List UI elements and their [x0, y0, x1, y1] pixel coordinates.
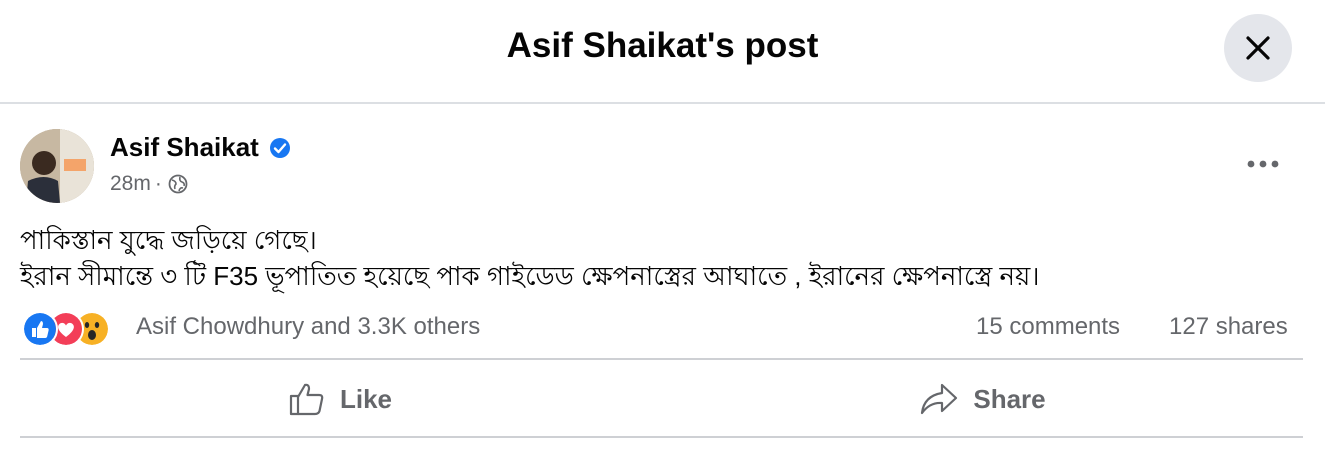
post-dialog-header: Asif Shaikat's post — [0, 0, 1325, 104]
share-button[interactable]: Share — [662, 368, 1303, 430]
thumbs-up-icon — [289, 383, 324, 416]
divider — [20, 436, 1303, 438]
author-name[interactable]: Asif Shaikat — [110, 132, 259, 163]
post-text-line: পাকিস্তান যুদ্ধে জড়িয়ে গেছে। — [20, 225, 317, 255]
like-reaction-icon — [22, 311, 58, 347]
reaction-summary[interactable]: Asif Chowdhury and 3.3K others — [136, 313, 480, 341]
avatar[interactable] — [20, 129, 94, 203]
post-text-line: ইরান সীমান্তে ৩ টি F35 ভূপাতিত হয়েছে পা… — [20, 261, 1040, 291]
post-body: পাকিস্তান যুদ্ধে জড়িয়ে গেছে। ইরান সীমা… — [20, 222, 1305, 294]
dialog-title: Asif Shaikat's post — [506, 26, 819, 65]
close-icon — [1246, 36, 1270, 60]
profile-photo — [20, 129, 94, 203]
like-button[interactable]: Like — [20, 368, 660, 430]
more-dots-icon — [1247, 160, 1279, 168]
author-row: Asif Shaikat — [110, 132, 291, 163]
share-arrow-icon — [921, 383, 958, 415]
verified-badge-icon — [269, 137, 291, 159]
reactions-row: Asif Chowdhury and 3.3K others 15 commen… — [22, 310, 1305, 348]
globe-icon — [168, 174, 188, 194]
comments-count[interactable]: 15 comments — [976, 313, 1120, 341]
reaction-icons[interactable] — [22, 311, 132, 347]
divider — [20, 358, 1303, 360]
post-meta: 28m · — [110, 172, 188, 196]
meta-separator: · — [154, 172, 162, 195]
post-time[interactable]: 28m — [110, 172, 151, 196]
shares-count[interactable]: 127 shares — [1169, 313, 1288, 341]
more-options-button[interactable] — [1243, 146, 1283, 182]
share-label: Share — [973, 383, 1046, 414]
like-label: Like — [339, 383, 393, 414]
close-button[interactable] — [1224, 14, 1292, 82]
